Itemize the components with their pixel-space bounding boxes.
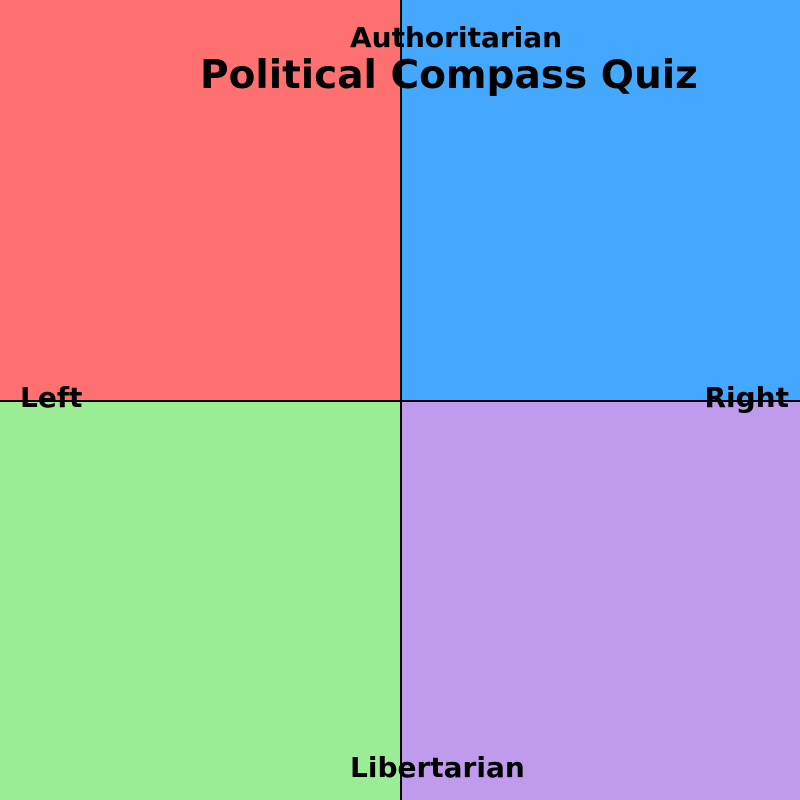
axis-label-left: Left xyxy=(20,381,83,414)
horizontal-axis-line xyxy=(0,400,800,402)
political-compass: Authoritarian Political Compass Quiz Lef… xyxy=(0,0,800,800)
axis-label-top: Authoritarian xyxy=(350,21,563,54)
axis-label-right: Right xyxy=(704,381,789,414)
axis-label-bottom: Libertarian xyxy=(350,751,525,784)
page-title: Political Compass Quiz xyxy=(200,53,698,98)
quadrant-libertarian-right xyxy=(400,400,800,800)
quadrant-libertarian-left xyxy=(0,400,400,800)
